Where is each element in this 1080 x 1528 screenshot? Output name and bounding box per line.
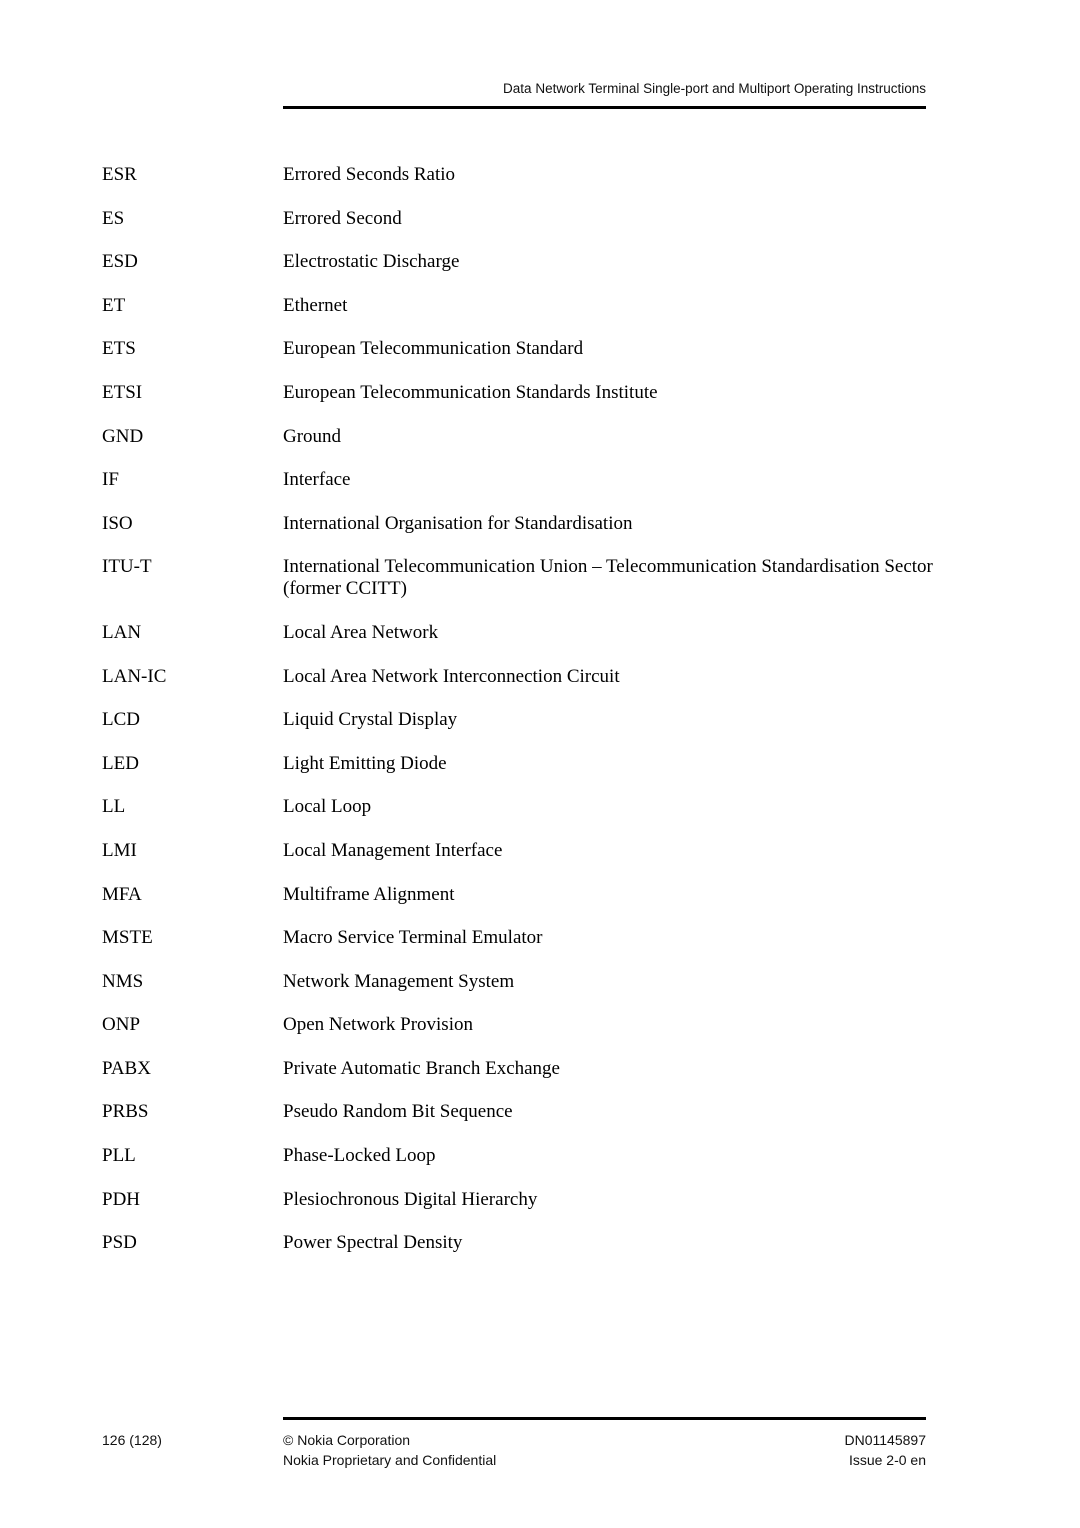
glossary-entry: PRBS Pseudo Random Bit Sequence — [0, 1101, 1080, 1123]
abbreviation: PSD — [102, 1232, 137, 1254]
abbreviation: MSTE — [102, 927, 153, 949]
glossary-entry: ESR Errored Seconds Ratio — [0, 164, 1080, 186]
header-divider — [283, 106, 926, 109]
abbreviation: ETSI — [102, 381, 143, 403]
glossary-entry: LCD Liquid Crystal Display — [0, 709, 1080, 731]
definition: Network Management System — [283, 970, 515, 992]
glossary-entry: LL Local Loop — [0, 796, 1080, 818]
abbreviation: ONP — [102, 1014, 141, 1036]
definition: Local Area Network Interconnection Circu… — [283, 665, 620, 687]
glossary-entry: LAN Local Area Network — [0, 622, 1080, 644]
definition: Liquid Crystal Display — [283, 709, 458, 731]
definition: Light Emitting Diode — [283, 752, 447, 774]
glossary-entry: ESD Electrostatic Discharge — [0, 251, 1080, 273]
definition: Macro Service Terminal Emulator — [283, 927, 543, 949]
glossary-entry: LAN-IC Local Area Network Interconnection… — [0, 666, 1080, 688]
definition: Local Loop — [283, 796, 372, 818]
definition: International Organisation for Standardi… — [283, 512, 633, 534]
glossary-entry: MFA Multiframe Alignment — [0, 884, 1080, 906]
glossary-entry: ISO International Organisation for Standa… — [0, 513, 1080, 535]
abbreviation: LAN — [102, 621, 142, 643]
abbreviation: PDH — [102, 1188, 141, 1210]
issue-number: Issue 2-0 en — [848, 1452, 926, 1468]
definition: European Telecommunication Standards Ins… — [283, 381, 658, 403]
glossary-entry: PSD Power Spectral Density — [0, 1232, 1080, 1254]
definition: Power Spectral Density — [283, 1232, 463, 1254]
abbreviation: ITU-T — [102, 556, 152, 578]
glossary-entry: MSTE Macro Service Terminal Emulator — [0, 927, 1080, 949]
abbreviation: ES — [102, 207, 125, 229]
glossary-entry: PDH Plesiochronous Digital Hierarchy — [0, 1189, 1080, 1211]
glossary-entry: PLL Phase-Locked Loop — [0, 1145, 1080, 1167]
glossary-entry: ETSI European Telecommunication Standards… — [0, 382, 1080, 404]
abbreviation: ESR — [102, 164, 137, 185]
confidentiality-notice: Nokia Proprietary and Confidential — [283, 1452, 497, 1468]
glossary-entry: PABX Private Automatic Branch Exchange — [0, 1058, 1080, 1080]
abbreviation: PLL — [102, 1145, 136, 1167]
footer-divider — [283, 1417, 926, 1420]
abbreviation: LCD — [102, 709, 140, 731]
definition: Errored Seconds Ratio — [283, 164, 456, 185]
glossary-entry: GND Ground — [0, 426, 1080, 448]
definition: Local Management Interface — [283, 839, 503, 861]
definition: Electrostatic Discharge — [283, 251, 460, 273]
definition: Local Area Network — [283, 621, 439, 643]
definition: Open Network Provision — [283, 1014, 473, 1036]
definition: Private Automatic Branch Exchange — [283, 1057, 560, 1079]
definition: Interface — [283, 469, 351, 491]
document-number: DN01145897 — [844, 1432, 926, 1448]
glossary-entry: IF Interface — [0, 469, 1080, 491]
abbreviation: ISO — [102, 512, 133, 534]
abbreviation: NMS — [102, 970, 144, 992]
definition: Ethernet — [283, 294, 348, 316]
copyright: © Nokia Corporation — [283, 1432, 411, 1448]
document-title: Data Network Terminal Single-port and Mu… — [503, 81, 926, 96]
glossary-entry: LED Light Emitting Diode — [0, 753, 1080, 775]
definition: Multiframe Alignment — [283, 883, 455, 905]
abbreviation: IF — [102, 469, 119, 491]
abbreviation: ESD — [102, 251, 138, 273]
abbreviation: LL — [102, 796, 126, 818]
definition: Errored Second — [283, 207, 402, 229]
glossary-entry: ET Ethernet — [0, 295, 1080, 317]
glossary-entry: LMI Local Management Interface — [0, 840, 1080, 862]
definition: Phase-Locked Loop — [283, 1145, 436, 1167]
glossary-list: ESR Errored Seconds Ratio ES Errored Second… — [0, 164, 1080, 1276]
definition: Plesiochronous Digital Hierarchy — [283, 1188, 538, 1210]
glossary-entry: ITU-T International Telecommunication Uni… — [0, 556, 1080, 600]
glossary-entry: ES Errored Second — [0, 208, 1080, 230]
abbreviation: LED — [102, 752, 139, 774]
definition: International Telecommunication Union – … — [283, 556, 933, 600]
glossary-entry: NMS Network Management System — [0, 971, 1080, 993]
glossary-entry: ETS European Telecommunication Standard — [0, 338, 1080, 360]
abbreviation: PRBS — [102, 1101, 149, 1123]
definition: European Telecommunication Standard — [283, 338, 584, 360]
abbreviation: LAN-IC — [102, 665, 167, 687]
glossary-entry: ONP Open Network Provision — [0, 1014, 1080, 1036]
page-number: 126 (128) — [102, 1432, 162, 1448]
abbreviation: LMI — [102, 839, 137, 861]
abbreviation: ETS — [102, 338, 136, 360]
definition: Ground — [283, 425, 342, 447]
abbreviation: ET — [102, 294, 126, 316]
abbreviation: GND — [102, 425, 144, 447]
definition: Pseudo Random Bit Sequence — [283, 1101, 513, 1123]
abbreviation: MFA — [102, 883, 142, 905]
abbreviation: PABX — [102, 1057, 151, 1079]
